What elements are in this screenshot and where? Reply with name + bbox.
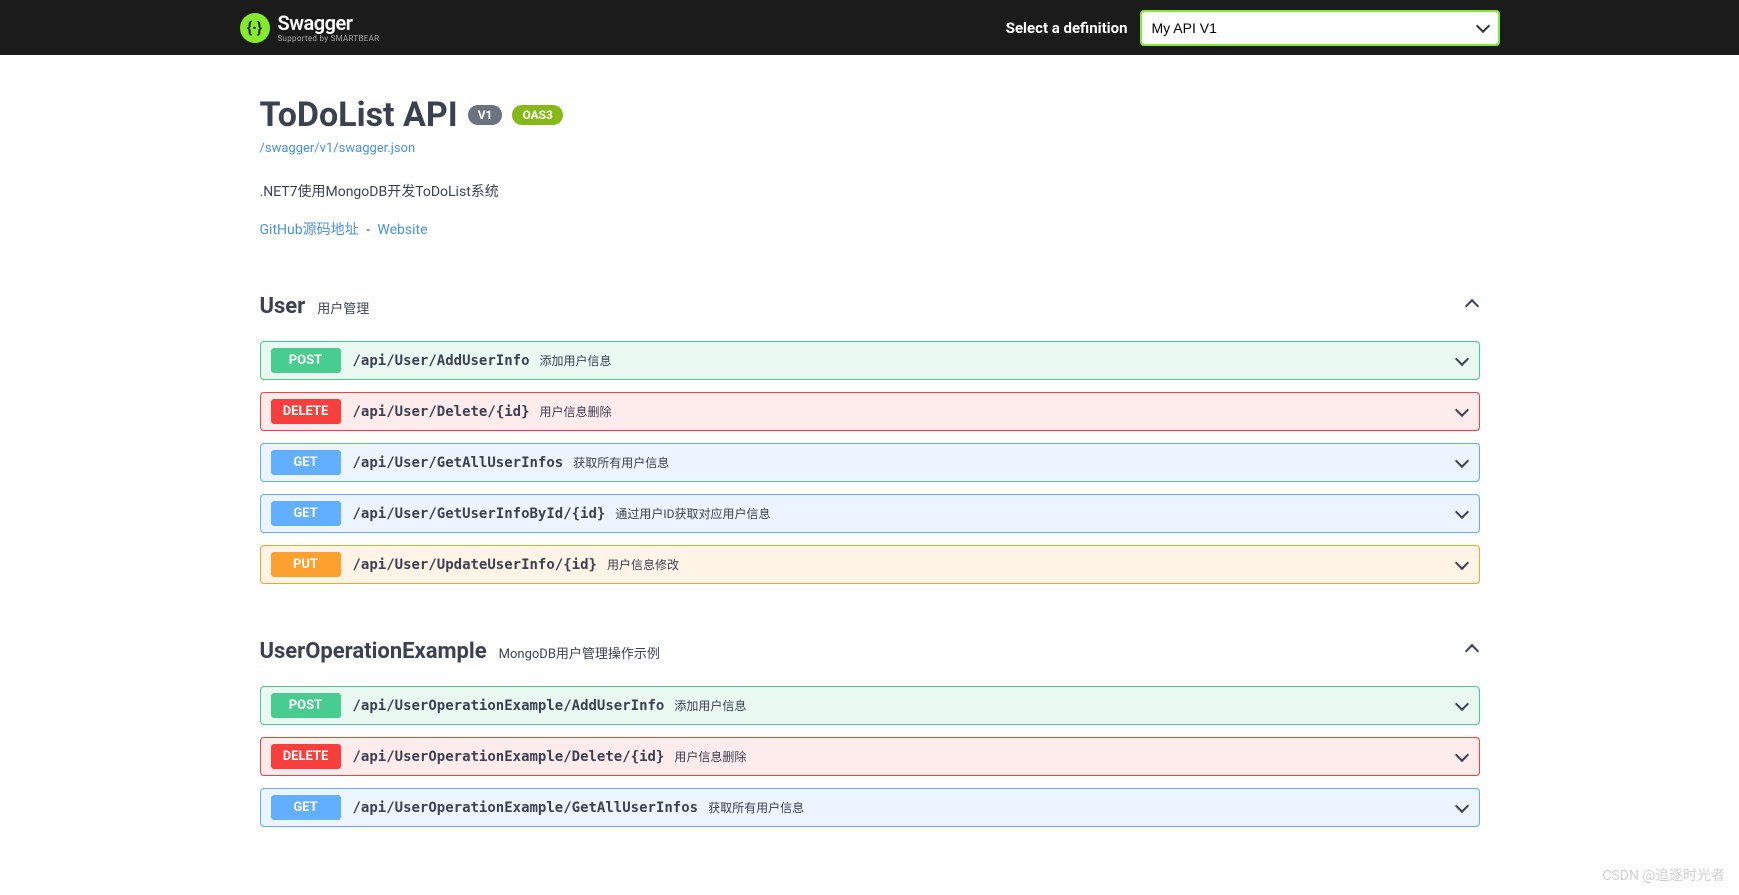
operation-path: /api/UserOperationExample/Delete/{id}	[353, 749, 665, 765]
operation-row[interactable]: POST /api/User/AddUserInfo 添加用户信息	[260, 341, 1480, 380]
operation-path: /api/User/GetAllUserInfos	[353, 455, 564, 471]
topbar: {·} Swagger Supported by SMARTBEAR Selec…	[0, 0, 1739, 55]
operation-path: /api/UserOperationExample/GetAllUserInfo…	[353, 800, 699, 816]
tag-description: MongoDB用户管理操作示例	[499, 643, 660, 662]
chevron-down-icon	[1455, 456, 1469, 470]
operation-summary: 获取所有用户信息	[573, 454, 669, 471]
operation-row[interactable]: GET /api/User/GetAllUserInfos 获取所有用户信息	[260, 443, 1480, 482]
tag-header-user[interactable]: User 用户管理	[260, 294, 1480, 327]
operation-row[interactable]: DELETE /api/UserOperationExample/Delete/…	[260, 737, 1480, 776]
chevron-up-icon	[1464, 299, 1480, 315]
chevron-down-icon	[1455, 558, 1469, 572]
operation-row[interactable]: GET /api/User/GetUserInfoById/{id} 通过用户I…	[260, 494, 1480, 533]
external-links: GitHub源码地址 - Website	[260, 219, 1480, 239]
method-badge: POST	[271, 693, 341, 718]
watermark: CSDN @追逐时光者	[1602, 865, 1725, 885]
tag-header-useropexample[interactable]: UserOperationExample MongoDB用户管理操作示例	[260, 639, 1480, 672]
operation-path: /api/User/UpdateUserInfo/{id}	[353, 557, 597, 573]
chevron-down-icon	[1455, 699, 1469, 713]
chevron-down-icon	[1455, 405, 1469, 419]
swagger-logo-icon: {·}	[240, 13, 270, 43]
method-badge: GET	[271, 501, 341, 526]
link-separator: -	[363, 222, 374, 238]
operation-path: /api/User/Delete/{id}	[353, 404, 530, 420]
method-badge: GET	[271, 795, 341, 820]
brand: {·} Swagger Supported by SMARTBEAR	[240, 13, 380, 43]
operation-summary: 用户信息删除	[674, 748, 746, 765]
method-badge: DELETE	[271, 744, 341, 769]
method-badge: POST	[271, 348, 341, 373]
operation-summary: 添加用户信息	[674, 697, 746, 714]
operation-row[interactable]: GET /api/UserOperationExample/GetAllUser…	[260, 788, 1480, 827]
api-title: ToDoList API	[260, 95, 458, 135]
main-content: ToDoList API V1 OAS3 /swagger/v1/swagger…	[240, 55, 1500, 887]
definition-select[interactable]: My API V1	[1140, 10, 1500, 46]
chevron-down-icon	[1455, 801, 1469, 815]
chevron-down-icon	[1455, 507, 1469, 521]
operation-summary: 通过用户ID获取对应用户信息	[615, 505, 770, 522]
operation-path: /api/User/GetUserInfoById/{id}	[353, 506, 606, 522]
operation-summary: 获取所有用户信息	[708, 799, 804, 816]
api-description: .NET7使用MongoDB开发ToDoList系统	[260, 181, 1480, 201]
chevron-down-icon	[1455, 354, 1469, 368]
operation-row[interactable]: DELETE /api/User/Delete/{id} 用户信息删除	[260, 392, 1480, 431]
tag-description: 用户管理	[317, 298, 369, 317]
tag-section-user: User 用户管理 POST /api/User/AddUserInfo 添加用…	[260, 294, 1480, 584]
method-badge: GET	[271, 450, 341, 475]
github-link[interactable]: GitHub源码地址	[260, 222, 359, 238]
chevron-up-icon	[1464, 644, 1480, 660]
method-badge: PUT	[271, 552, 341, 577]
tag-section-useropexample: UserOperationExample MongoDB用户管理操作示例 POS…	[260, 639, 1480, 827]
version-badge: V1	[468, 105, 503, 125]
brand-name: Swagger	[278, 13, 380, 33]
tag-name: User	[260, 294, 306, 319]
tag-name: UserOperationExample	[260, 639, 487, 664]
operation-row[interactable]: PUT /api/User/UpdateUserInfo/{id} 用户信息修改	[260, 545, 1480, 584]
operation-row[interactable]: POST /api/UserOperationExample/AddUserIn…	[260, 686, 1480, 725]
operation-path: /api/UserOperationExample/AddUserInfo	[353, 698, 665, 714]
operation-summary: 用户信息修改	[607, 556, 679, 573]
operation-summary: 添加用户信息	[540, 352, 612, 369]
oas-badge: OAS3	[512, 105, 563, 125]
operation-summary: 用户信息删除	[540, 403, 612, 420]
brand-subtitle: Supported by SMARTBEAR	[278, 35, 380, 43]
definition-label: Select a definition	[1006, 19, 1128, 37]
definition-selector: Select a definition My API V1	[1006, 10, 1500, 46]
website-link[interactable]: Website	[377, 222, 427, 238]
chevron-down-icon	[1455, 750, 1469, 764]
operation-path: /api/User/AddUserInfo	[353, 353, 530, 369]
method-badge: DELETE	[271, 399, 341, 424]
spec-url-link[interactable]: /swagger/v1/swagger.json	[260, 141, 416, 156]
